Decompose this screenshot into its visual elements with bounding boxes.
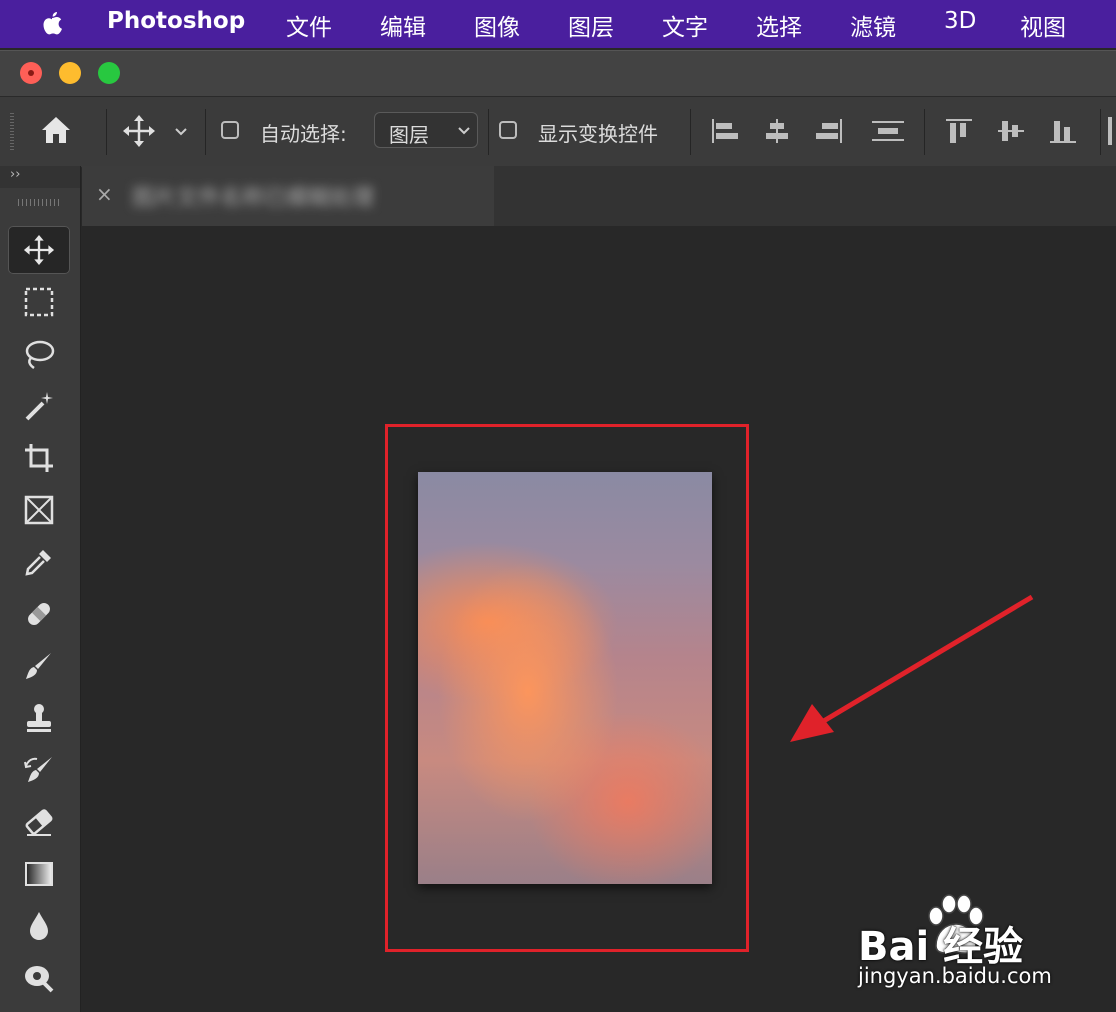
distribute-vertical-icon[interactable]: [870, 117, 906, 145]
lasso-tool[interactable]: [8, 330, 70, 378]
menu-select[interactable]: 选择: [756, 8, 802, 42]
show-transform-controls-checkbox[interactable]: [499, 121, 517, 139]
align-horizontal-centers-icon[interactable]: [762, 117, 792, 145]
minimize-window-button[interactable]: [59, 62, 81, 84]
window-titlebar: [0, 50, 1116, 97]
align-right-edges-icon[interactable]: [814, 117, 844, 145]
lasso-icon: [25, 340, 55, 370]
document-tab-bar: × 图片文件名称已模糊处理: [82, 166, 1116, 232]
auto-select-label: 自动选择:: [260, 122, 347, 146]
history-brush-icon: [24, 757, 52, 782]
options-bar: 自动选择: 图层 显示变换控件: [0, 96, 1116, 168]
options-separator: [1100, 109, 1101, 155]
rectangular-marquee-tool[interactable]: [8, 278, 70, 326]
eyedropper-tool[interactable]: [8, 538, 70, 586]
zoom-window-button[interactable]: [98, 62, 120, 84]
watermark-site: jingyan.baidu.com: [858, 964, 1052, 988]
menu-app-photoshop[interactable]: Photoshop: [107, 8, 245, 34]
apple-logo-icon[interactable]: [38, 9, 66, 39]
stamp-icon: [27, 704, 51, 732]
eraser-tool[interactable]: [8, 798, 70, 846]
frame-icon: [24, 495, 54, 525]
home-icon[interactable]: [40, 115, 72, 145]
move-tool[interactable]: [8, 226, 70, 274]
gradient-icon: [25, 862, 53, 886]
auto-select-checkbox[interactable]: [221, 121, 239, 139]
options-separator: [924, 109, 925, 155]
menu-view[interactable]: 视图: [1020, 8, 1066, 42]
menu-layer[interactable]: 图层: [568, 8, 614, 42]
more-options-icon[interactable]: [1108, 117, 1112, 145]
magic-wand-icon: [25, 392, 53, 421]
close-icon: [28, 70, 34, 76]
align-top-edges-icon[interactable]: [944, 117, 974, 145]
expand-panel-icon[interactable]: ››: [10, 167, 20, 182]
macos-menubar: Photoshop 文件 编辑 图像 图层 文字 选择 滤镜 3D 视图: [0, 0, 1116, 48]
blur-tool[interactable]: [8, 902, 70, 950]
tools-panel-header[interactable]: ››: [0, 166, 80, 188]
clone-stamp-tool[interactable]: [8, 694, 70, 742]
align-vertical-centers-icon[interactable]: [996, 117, 1026, 145]
history-brush-tool[interactable]: [8, 746, 70, 794]
tools-panel: ››: [0, 166, 81, 1012]
frame-tool[interactable]: [8, 486, 70, 534]
gradient-tool[interactable]: [8, 850, 70, 898]
document-tab[interactable]: × 图片文件名称已模糊处理: [82, 166, 494, 232]
crop-tool[interactable]: [8, 434, 70, 482]
options-separator: [205, 109, 206, 155]
options-separator: [106, 109, 107, 155]
move-icon: [23, 234, 55, 266]
show-transform-controls-label: 显示变换控件: [538, 122, 658, 146]
crop-icon: [25, 444, 53, 472]
menu-file[interactable]: 文件: [286, 8, 332, 42]
move-tool-icon[interactable]: [122, 114, 156, 148]
document-tab-name: 图片文件名称已模糊处理: [132, 186, 375, 211]
magic-wand-tool[interactable]: [8, 382, 70, 430]
close-window-button[interactable]: [20, 62, 42, 84]
canvas-area[interactable]: Bai 经验 jingyan.baidu.com: [82, 226, 1116, 1012]
menu-image[interactable]: 图像: [474, 8, 520, 42]
drop-icon: [30, 912, 48, 940]
spot-healing-brush-tool[interactable]: [8, 590, 70, 638]
options-separator: [488, 109, 489, 155]
annotation-arrow-icon: [790, 594, 1034, 742]
options-bar-grip[interactable]: [10, 113, 14, 151]
bandage-icon: [28, 603, 50, 625]
baidu-jingyan-watermark: Bai 经验 jingyan.baidu.com: [858, 894, 1098, 1004]
auto-select-target-value: 图层: [389, 123, 429, 147]
menu-3d[interactable]: 3D: [944, 8, 976, 34]
annotation-highlight-box: [385, 424, 749, 952]
eyedropper-icon: [25, 550, 51, 576]
eraser-icon: [25, 809, 53, 836]
marquee-icon: [24, 287, 54, 317]
dodge-icon: [25, 966, 54, 993]
dodge-tool[interactable]: [8, 954, 70, 1002]
menu-type[interactable]: 文字: [662, 8, 708, 42]
options-separator: [690, 109, 691, 155]
brush-icon: [26, 653, 51, 679]
align-bottom-edges-icon[interactable]: [1048, 117, 1078, 145]
align-left-edges-icon[interactable]: [710, 117, 740, 145]
brush-tool[interactable]: [8, 642, 70, 690]
menu-filter[interactable]: 滤镜: [850, 8, 896, 42]
chevron-down-icon: [458, 127, 470, 135]
chevron-down-icon[interactable]: [174, 127, 188, 137]
auto-select-target-dropdown[interactable]: 图层: [374, 112, 478, 148]
close-tab-icon[interactable]: ×: [96, 182, 113, 206]
menu-edit[interactable]: 编辑: [380, 8, 426, 42]
tools-panel-grip[interactable]: [18, 199, 60, 206]
